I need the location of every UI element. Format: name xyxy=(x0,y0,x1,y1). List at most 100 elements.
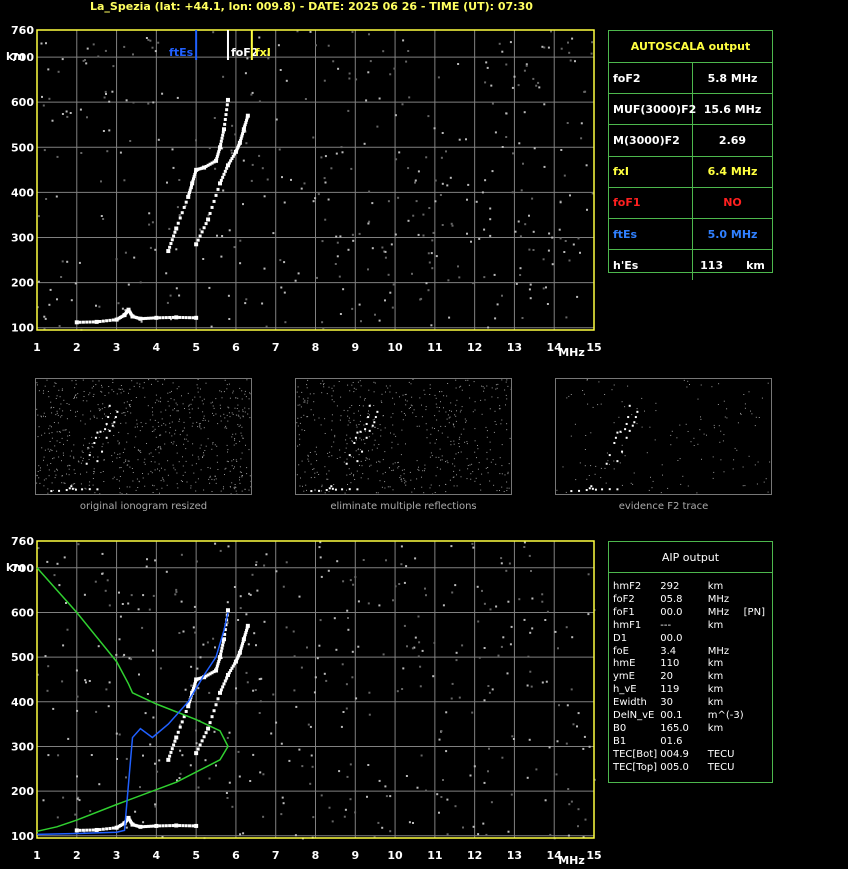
noise-dot xyxy=(296,391,298,393)
noise-dot xyxy=(108,392,110,394)
noise-dot xyxy=(86,116,88,119)
noise-dot xyxy=(343,409,345,411)
noise-dot xyxy=(486,436,488,438)
noise-dot xyxy=(181,395,182,397)
noise-dot xyxy=(162,477,164,479)
noise-dot xyxy=(436,439,437,441)
noise-dot xyxy=(101,418,103,420)
noise-dot xyxy=(354,576,357,578)
noise-dot xyxy=(454,414,456,416)
noise-dot xyxy=(112,461,113,463)
noise-dot xyxy=(216,445,218,447)
noise-dot xyxy=(125,407,127,409)
noise-dot xyxy=(133,385,135,387)
noise-dot xyxy=(294,279,297,282)
noise-dot xyxy=(438,407,440,408)
noise-dot xyxy=(726,408,728,410)
noise-dot xyxy=(580,137,583,140)
noise-dot xyxy=(233,246,236,249)
noise-dot xyxy=(60,276,63,278)
noise-dot xyxy=(104,589,107,592)
noise-dot xyxy=(175,287,178,290)
noise-dot xyxy=(464,418,466,420)
noise-dot xyxy=(412,822,414,824)
noise-dot xyxy=(176,483,178,485)
noise-dot xyxy=(192,399,194,401)
noise-dot xyxy=(175,429,177,431)
noise-dot xyxy=(369,465,371,467)
trace-point xyxy=(220,136,224,140)
noise-dot xyxy=(160,397,162,399)
noise-dot xyxy=(506,379,508,381)
trace-point xyxy=(245,623,250,628)
noise-dot xyxy=(417,655,420,658)
noise-dot xyxy=(283,261,286,264)
noise-dot xyxy=(222,488,224,490)
noise-dot xyxy=(126,493,128,494)
noise-dot xyxy=(228,407,230,409)
noise-dot xyxy=(416,460,418,462)
noise-dot xyxy=(319,556,322,559)
noise-dot xyxy=(123,462,125,464)
noise-dot xyxy=(195,560,198,563)
noise-dot xyxy=(212,412,213,414)
noise-dot xyxy=(429,384,431,386)
trace-point xyxy=(104,428,107,431)
noise-dot xyxy=(76,695,79,698)
noise-dot xyxy=(446,460,448,462)
noise-dot xyxy=(169,415,171,417)
noise-dot xyxy=(425,282,428,285)
noise-dot xyxy=(139,281,142,284)
noise-dot xyxy=(43,315,46,318)
noise-dot xyxy=(222,75,225,78)
noise-dot xyxy=(353,475,354,477)
noise-dot xyxy=(190,684,193,687)
noise-dot xyxy=(85,681,87,684)
noise-dot xyxy=(197,456,199,458)
noise-dot xyxy=(435,255,438,258)
noise-dot xyxy=(450,545,453,548)
noise-dot xyxy=(64,482,66,484)
trace-point xyxy=(601,488,604,491)
noise-dot xyxy=(394,462,396,464)
noise-dot xyxy=(613,422,615,424)
noise-dot xyxy=(481,473,483,475)
trace-point xyxy=(356,488,359,491)
noise-dot xyxy=(161,467,162,469)
noise-dot xyxy=(88,446,90,448)
noise-dot xyxy=(242,437,244,439)
trace-point xyxy=(78,828,82,832)
noise-dot xyxy=(320,424,322,426)
noise-dot xyxy=(321,392,323,394)
noise-dot xyxy=(327,44,330,47)
noise-dot xyxy=(498,408,500,410)
noise-dot xyxy=(55,195,58,198)
trace-point xyxy=(194,751,199,756)
noise-dot xyxy=(144,463,146,465)
noise-dot xyxy=(338,770,341,773)
noise-dot xyxy=(139,383,141,385)
noise-dot xyxy=(364,399,365,401)
noise-dot xyxy=(538,86,541,89)
noise-dot xyxy=(283,201,286,204)
trace-point xyxy=(212,199,216,203)
noise-dot xyxy=(160,401,161,403)
noise-dot xyxy=(155,394,157,396)
noise-dot xyxy=(765,478,767,480)
trace-point xyxy=(310,490,313,493)
noise-dot xyxy=(379,461,381,463)
noise-dot xyxy=(515,282,518,285)
noise-dot xyxy=(493,431,495,433)
noise-dot xyxy=(327,569,330,572)
trace-point xyxy=(200,230,204,234)
noise-dot xyxy=(686,386,688,388)
noise-dot xyxy=(574,60,576,63)
noise-dot xyxy=(339,419,341,421)
noise-dot xyxy=(95,304,97,307)
trace-point xyxy=(176,221,180,225)
noise-dot xyxy=(491,170,494,173)
noise-dot xyxy=(138,481,140,483)
trace-point xyxy=(178,725,182,729)
noise-dot xyxy=(507,385,509,387)
noise-dot xyxy=(164,379,166,381)
